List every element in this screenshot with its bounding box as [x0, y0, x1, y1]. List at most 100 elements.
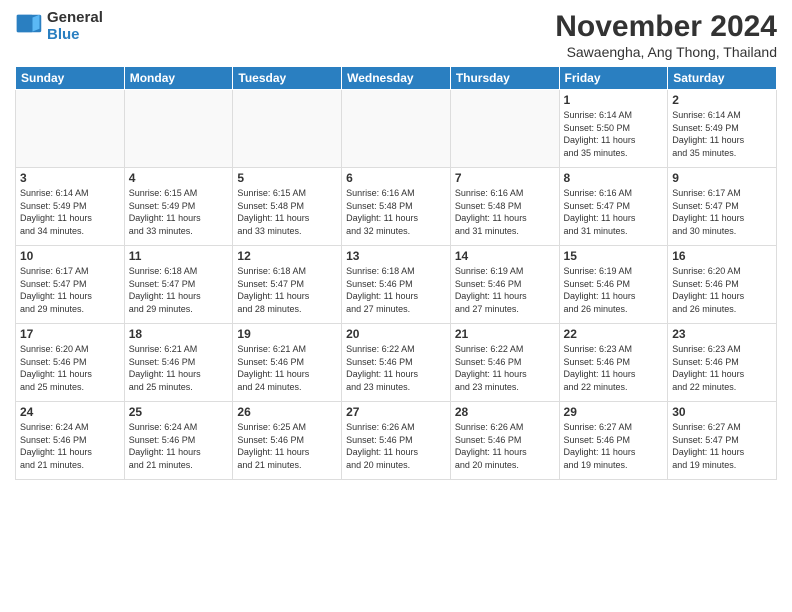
calendar-cell: 12 Sunrise: 6:18 AM Sunset: 5:47 PM Dayli… [233, 246, 342, 324]
calendar-cell: 19Sunrise: 6:21 AM Sunset: 5:46 PM Dayli… [233, 324, 342, 402]
header-monday: Monday [124, 67, 233, 90]
calendar-week-row: 10 Sunrise: 6:17 AM Sunset: 5:47 PM Dayli… [16, 246, 777, 324]
calendar-week-row: 1 Sunrise: 6:14 AM Sunset: 5:50 PM Daylig… [16, 90, 777, 168]
header-sunday: Sunday [16, 67, 125, 90]
calendar-cell: 29Sunrise: 6:27 AM Sunset: 5:46 PM Dayli… [559, 402, 668, 480]
title-block: November 2024 Sawaengha, Ang Thong, Thai… [555, 10, 777, 60]
logo-text: General Blue [47, 10, 103, 43]
header-tuesday: Tuesday [233, 67, 342, 90]
calendar-cell [342, 90, 451, 168]
day-info: Sunrise: 6:15 AM Sunset: 5:48 PM Dayligh… [237, 187, 337, 237]
calendar-cell: 30Sunrise: 6:27 AM Sunset: 5:47 PM Dayli… [668, 402, 777, 480]
day-number: 20 [346, 327, 446, 341]
calendar-cell: 4 Sunrise: 6:15 AM Sunset: 5:49 PM Daylig… [124, 168, 233, 246]
day-number: 25 [129, 405, 229, 419]
calendar-cell: 14 Sunrise: 6:19 AM Sunset: 5:46 PM Dayli… [450, 246, 559, 324]
day-info: Sunrise: 6:18 AM Sunset: 5:46 PM Dayligh… [346, 265, 446, 315]
calendar-cell: 6 Sunrise: 6:16 AM Sunset: 5:48 PM Daylig… [342, 168, 451, 246]
calendar-cell: 26 Sunrise: 6:25 AM Sunset: 5:46 PM Dayli… [233, 402, 342, 480]
day-info: Sunrise: 6:16 AM Sunset: 5:47 PM Dayligh… [564, 187, 664, 237]
calendar-cell: 20Sunrise: 6:22 AM Sunset: 5:46 PM Dayli… [342, 324, 451, 402]
logo-blue: Blue [47, 27, 103, 44]
calendar-cell: 16Sunrise: 6:20 AM Sunset: 5:46 PM Dayli… [668, 246, 777, 324]
calendar-cell: 25 Sunrise: 6:24 AM Sunset: 5:46 PM Dayli… [124, 402, 233, 480]
calendar-cell: 5 Sunrise: 6:15 AM Sunset: 5:48 PM Daylig… [233, 168, 342, 246]
day-info: Sunrise: 6:17 AM Sunset: 5:47 PM Dayligh… [672, 187, 772, 237]
day-number: 1 [564, 93, 664, 107]
calendar-cell: 10 Sunrise: 6:17 AM Sunset: 5:47 PM Dayli… [16, 246, 125, 324]
day-info: Sunrise: 6:14 AM Sunset: 5:50 PM Dayligh… [564, 109, 664, 159]
day-number: 9 [672, 171, 772, 185]
calendar-cell: 15Sunrise: 6:19 AM Sunset: 5:46 PM Dayli… [559, 246, 668, 324]
calendar-cell: 22Sunrise: 6:23 AM Sunset: 5:46 PM Dayli… [559, 324, 668, 402]
day-info: Sunrise: 6:15 AM Sunset: 5:49 PM Dayligh… [129, 187, 229, 237]
calendar-cell: 11 Sunrise: 6:18 AM Sunset: 5:47 PM Dayli… [124, 246, 233, 324]
day-info: Sunrise: 6:20 AM Sunset: 5:46 PM Dayligh… [20, 343, 120, 393]
calendar-week-row: 3 Sunrise: 6:14 AM Sunset: 5:49 PM Daylig… [16, 168, 777, 246]
day-number: 30 [672, 405, 772, 419]
day-info: Sunrise: 6:19 AM Sunset: 5:46 PM Dayligh… [455, 265, 555, 315]
day-number: 17 [20, 327, 120, 341]
logo-general: General [47, 10, 103, 27]
day-number: 5 [237, 171, 337, 185]
calendar-cell: 18Sunrise: 6:21 AM Sunset: 5:46 PM Dayli… [124, 324, 233, 402]
day-number: 28 [455, 405, 555, 419]
day-info: Sunrise: 6:26 AM Sunset: 5:46 PM Dayligh… [346, 421, 446, 471]
calendar-cell: 9 Sunrise: 6:17 AM Sunset: 5:47 PM Daylig… [668, 168, 777, 246]
day-number: 27 [346, 405, 446, 419]
day-info: Sunrise: 6:23 AM Sunset: 5:46 PM Dayligh… [672, 343, 772, 393]
header-friday: Friday [559, 67, 668, 90]
day-info: Sunrise: 6:16 AM Sunset: 5:48 PM Dayligh… [346, 187, 446, 237]
day-info: Sunrise: 6:26 AM Sunset: 5:46 PM Dayligh… [455, 421, 555, 471]
day-info: Sunrise: 6:22 AM Sunset: 5:46 PM Dayligh… [455, 343, 555, 393]
day-info: Sunrise: 6:27 AM Sunset: 5:46 PM Dayligh… [564, 421, 664, 471]
day-number: 10 [20, 249, 120, 263]
header-saturday: Saturday [668, 67, 777, 90]
day-number: 2 [672, 93, 772, 107]
sub-title: Sawaengha, Ang Thong, Thailand [555, 44, 777, 60]
day-number: 13 [346, 249, 446, 263]
day-number: 18 [129, 327, 229, 341]
day-info: Sunrise: 6:24 AM Sunset: 5:46 PM Dayligh… [129, 421, 229, 471]
calendar-cell: 13 Sunrise: 6:18 AM Sunset: 5:46 PM Dayli… [342, 246, 451, 324]
calendar-cell: 1 Sunrise: 6:14 AM Sunset: 5:50 PM Daylig… [559, 90, 668, 168]
day-number: 22 [564, 327, 664, 341]
day-info: Sunrise: 6:18 AM Sunset: 5:47 PM Dayligh… [129, 265, 229, 315]
calendar-cell: 28 Sunrise: 6:26 AM Sunset: 5:46 PM Dayli… [450, 402, 559, 480]
day-number: 6 [346, 171, 446, 185]
day-number: 8 [564, 171, 664, 185]
day-number: 26 [237, 405, 337, 419]
calendar-week-row: 24 Sunrise: 6:24 AM Sunset: 5:46 PM Dayli… [16, 402, 777, 480]
calendar-cell: 27 Sunrise: 6:26 AM Sunset: 5:46 PM Dayli… [342, 402, 451, 480]
calendar-cell: 21 Sunrise: 6:22 AM Sunset: 5:46 PM Dayli… [450, 324, 559, 402]
day-info: Sunrise: 6:24 AM Sunset: 5:46 PM Dayligh… [20, 421, 120, 471]
day-number: 23 [672, 327, 772, 341]
day-number: 7 [455, 171, 555, 185]
calendar-cell [16, 90, 125, 168]
day-info: Sunrise: 6:17 AM Sunset: 5:47 PM Dayligh… [20, 265, 120, 315]
calendar-cell [124, 90, 233, 168]
calendar-cell: 17 Sunrise: 6:20 AM Sunset: 5:46 PM Dayli… [16, 324, 125, 402]
day-number: 15 [564, 249, 664, 263]
logo-icon [15, 13, 43, 41]
main-title: November 2024 [555, 10, 777, 44]
calendar-cell: 23 Sunrise: 6:23 AM Sunset: 5:46 PM Dayli… [668, 324, 777, 402]
day-number: 14 [455, 249, 555, 263]
day-number: 24 [20, 405, 120, 419]
calendar-cell [450, 90, 559, 168]
day-info: Sunrise: 6:25 AM Sunset: 5:46 PM Dayligh… [237, 421, 337, 471]
calendar-cell: 7Sunrise: 6:16 AM Sunset: 5:48 PM Daylig… [450, 168, 559, 246]
day-info: Sunrise: 6:18 AM Sunset: 5:47 PM Dayligh… [237, 265, 337, 315]
day-info: Sunrise: 6:21 AM Sunset: 5:46 PM Dayligh… [237, 343, 337, 393]
calendar-cell: 24 Sunrise: 6:24 AM Sunset: 5:46 PM Dayli… [16, 402, 125, 480]
calendar-cell: 3 Sunrise: 6:14 AM Sunset: 5:49 PM Daylig… [16, 168, 125, 246]
day-info: Sunrise: 6:14 AM Sunset: 5:49 PM Dayligh… [20, 187, 120, 237]
day-info: Sunrise: 6:14 AM Sunset: 5:49 PM Dayligh… [672, 109, 772, 159]
day-number: 21 [455, 327, 555, 341]
day-info: Sunrise: 6:20 AM Sunset: 5:46 PM Dayligh… [672, 265, 772, 315]
calendar-cell: 8 Sunrise: 6:16 AM Sunset: 5:47 PM Daylig… [559, 168, 668, 246]
day-number: 11 [129, 249, 229, 263]
day-number: 12 [237, 249, 337, 263]
day-number: 4 [129, 171, 229, 185]
day-number: 3 [20, 171, 120, 185]
